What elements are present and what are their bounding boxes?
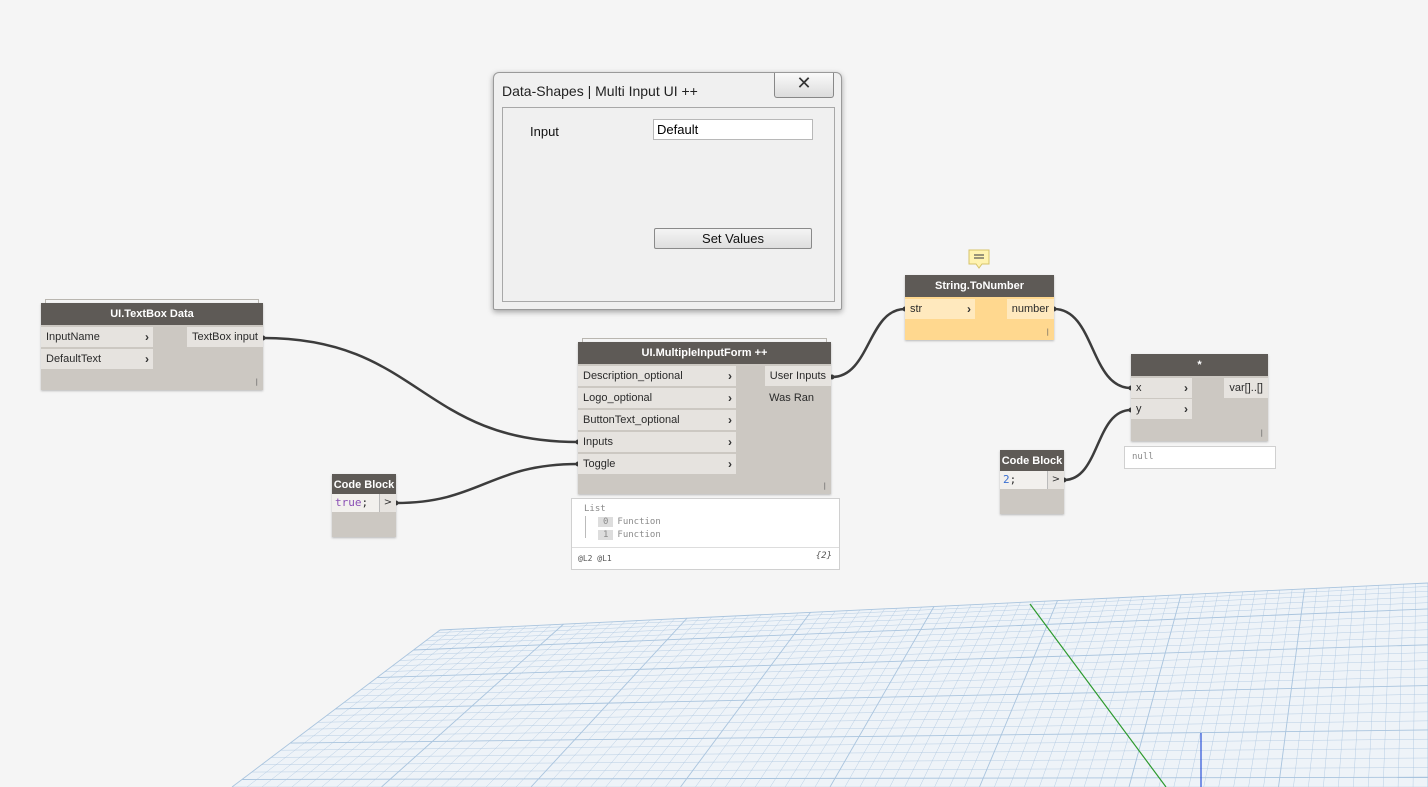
- port-label: number: [1011, 303, 1049, 315]
- code-suffix: ;: [1009, 473, 1017, 486]
- input-label: Input: [530, 124, 559, 139]
- input-port-y[interactable]: y ›: [1131, 399, 1192, 419]
- node-title: UI.TextBox Data: [41, 303, 263, 325]
- input-port-str[interactable]: str ›: [905, 299, 975, 319]
- note-icon[interactable]: [968, 249, 990, 269]
- chevron-right-icon: ›: [728, 369, 732, 383]
- output-port-result[interactable]: var[]..[]: [1224, 378, 1268, 398]
- output-port-textbox-input[interactable]: TextBox input: [186, 327, 263, 347]
- resize-grip[interactable]: |: [1261, 429, 1263, 437]
- port-label: y: [1136, 403, 1142, 415]
- port-label: Logo_optional: [583, 392, 653, 404]
- node-title: Code Block: [332, 474, 396, 496]
- port-label: Description_optional: [583, 370, 683, 382]
- item-index: 1: [598, 530, 614, 540]
- resize-grip[interactable]: |: [256, 378, 258, 386]
- port-label: TextBox input: [191, 331, 258, 343]
- multi-input-dialog: Data-Shapes | Multi Input UI ++ ✕ Input …: [493, 72, 842, 310]
- item-value: Function: [617, 517, 661, 527]
- item-index: 0: [598, 517, 614, 527]
- output-port-number[interactable]: number: [1006, 299, 1054, 319]
- node-multiply[interactable]: * x › y › var[]..[] |: [1131, 354, 1268, 441]
- port-label: InputName: [46, 331, 100, 343]
- chevron-right-icon: ›: [1184, 381, 1188, 395]
- preview-list-item: 0 Function: [598, 517, 661, 527]
- preview-levels: @L2 @L1: [578, 554, 612, 563]
- port-label: Inputs: [583, 436, 613, 448]
- resize-grip[interactable]: |: [824, 482, 826, 490]
- chevron-right-icon: ›: [145, 352, 149, 366]
- chevron-right-icon: ›: [728, 391, 732, 405]
- port-label: str: [910, 303, 923, 315]
- ground-grid: [231, 582, 1428, 787]
- preview-bubble-list[interactable]: List 0 Function 1 Function @L2 @L1 {2}: [571, 498, 840, 570]
- chevron-right-icon: ›: [145, 330, 149, 344]
- port-label: User Inputs: [769, 370, 826, 382]
- port-label: Was Ran: [769, 392, 814, 404]
- chevron-right-icon: ›: [728, 435, 732, 449]
- code-suffix: ;: [361, 496, 369, 509]
- set-values-button[interactable]: Set Values: [654, 228, 812, 249]
- code-line[interactable]: true;: [332, 494, 380, 512]
- dialog-title: Data-Shapes | Multi Input UI ++: [502, 83, 698, 99]
- input-port-inputname[interactable]: InputName ›: [41, 327, 153, 347]
- chevron-right-icon: ›: [728, 457, 732, 471]
- code-line[interactable]: 2;: [1000, 471, 1048, 489]
- input-port-buttontext[interactable]: ButtonText_optional ›: [578, 410, 736, 430]
- node-code-block-2[interactable]: Code Block 2; >: [1000, 450, 1064, 514]
- input-port-inputs[interactable]: Inputs ›: [578, 432, 736, 452]
- chevron-right-icon: ›: [967, 302, 971, 316]
- preview-value: null: [1132, 452, 1154, 462]
- port-label: Toggle: [583, 458, 616, 470]
- preview-list-item: 1 Function: [598, 530, 661, 540]
- preview-divider: [572, 547, 839, 548]
- output-port[interactable]: >: [379, 494, 396, 512]
- node-string-to-number[interactable]: String.ToNumber str › number |: [905, 275, 1054, 340]
- input-text-field[interactable]: [653, 119, 813, 140]
- node-title: UI.MultipleInputForm ++: [578, 342, 831, 364]
- code-value: true: [335, 496, 362, 509]
- input-port-logo[interactable]: Logo_optional ›: [578, 388, 736, 408]
- node-title: *: [1131, 354, 1268, 376]
- node-textbox-data[interactable]: UI.TextBox Data InputName › DefaultText …: [41, 299, 263, 390]
- input-port-defaulttext[interactable]: DefaultText ›: [41, 349, 153, 369]
- node-multiple-input-form[interactable]: UI.MultipleInputForm ++ Description_opti…: [578, 338, 831, 494]
- preview-bubble-null[interactable]: null: [1124, 446, 1276, 469]
- item-value: Function: [617, 530, 661, 540]
- preview-tree-line: [585, 516, 586, 538]
- output-port-was-ran[interactable]: Was Ran: [764, 388, 819, 408]
- close-button[interactable]: ✕: [774, 73, 834, 98]
- close-icon: ✕: [796, 73, 812, 94]
- chevron-right-icon: ›: [728, 413, 732, 427]
- node-title: String.ToNumber: [905, 275, 1054, 297]
- preview-list-header: List: [584, 504, 606, 514]
- input-port-toggle[interactable]: Toggle ›: [578, 454, 736, 474]
- port-label: ButtonText_optional: [583, 414, 680, 426]
- dialog-panel: Input Set Values: [502, 107, 835, 302]
- input-port-description[interactable]: Description_optional ›: [578, 366, 736, 386]
- input-port-x[interactable]: x ›: [1131, 378, 1192, 398]
- node-code-block-true[interactable]: Code Block true; >: [332, 474, 396, 537]
- resize-grip[interactable]: |: [1047, 328, 1049, 336]
- output-port-user-inputs[interactable]: User Inputs: [764, 366, 831, 386]
- port-label: x: [1136, 382, 1142, 394]
- node-title: Code Block: [1000, 450, 1064, 472]
- port-label: var[]..[]: [1229, 382, 1263, 394]
- code-value: 2: [1003, 473, 1010, 486]
- output-port[interactable]: >: [1047, 471, 1064, 489]
- chevron-right-icon: ›: [1184, 402, 1188, 416]
- port-label: DefaultText: [46, 353, 102, 365]
- preview-count: {2}: [815, 551, 832, 561]
